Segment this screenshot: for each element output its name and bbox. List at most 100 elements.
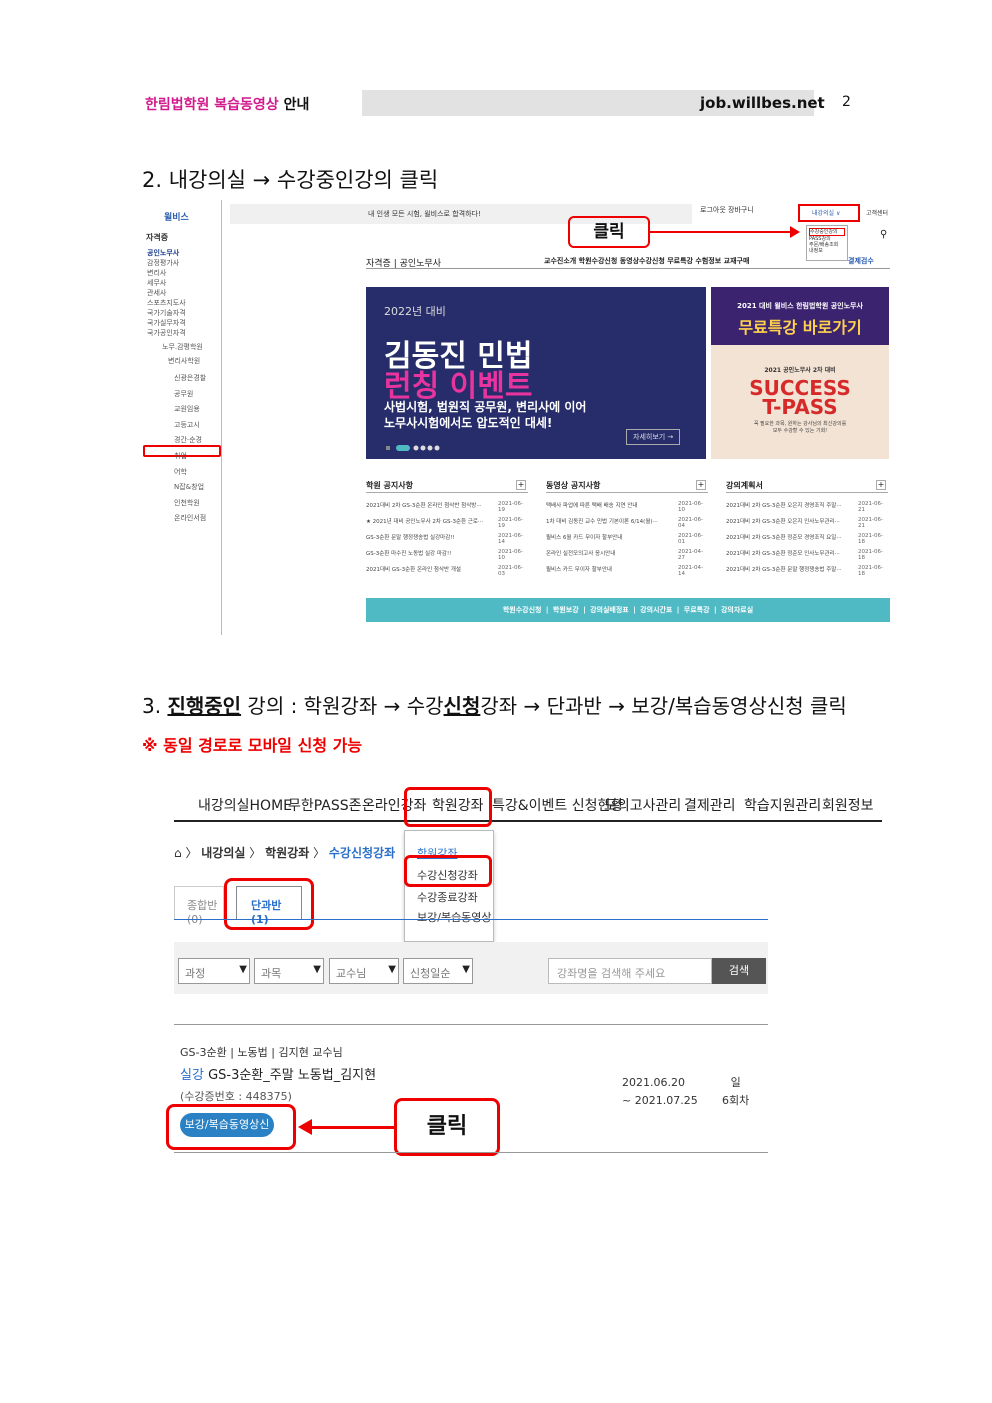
notice-row[interactable]: 2021대비 2차 GS-3순환 문말 행정쟁송법 주말··· 2021-06-1… (726, 565, 888, 577)
sidebar-item[interactable]: 관세사 (147, 288, 166, 298)
plus-icon[interactable]: + (516, 480, 526, 490)
side-banner-top: 2021 대비 윌비스 한림법학원 공인노무사 무료특강 바로가기 (711, 287, 889, 345)
sidebar-item[interactable]: 국가공인자격 (147, 328, 186, 338)
doc-brand: 한림법학원 복습동영상 안내 (145, 97, 310, 113)
sidebar-item[interactable]: 세무사 (147, 278, 166, 288)
sidebar-item[interactable]: 국가실무자격 (147, 318, 186, 328)
sidebar-section[interactable]: 공무원 (174, 389, 193, 399)
dropdown-item-current[interactable]: 수강중인강의 (809, 228, 845, 236)
search-button[interactable]: 검색 (712, 958, 766, 984)
side-banner-title: SUCCESS T-PASS (749, 376, 851, 419)
step2-heading: 2. 내강의실 → 수강중인강의 클릭 (142, 168, 439, 192)
filter-professor-select[interactable]: 교수님 ▼ (329, 958, 399, 984)
sidebar-section[interactable]: 신광은경찰 (174, 373, 206, 383)
course-meta: GS-3순환 | 노동법 | 김지현 교수님 (180, 1046, 343, 1059)
nav-item[interactable]: 학습지원관리 (744, 795, 821, 815)
sidebar-academy[interactable]: 노무.감평학원 (162, 342, 203, 352)
arrow-left (298, 1119, 394, 1135)
course-number: (수강증번호 : 448375) (180, 1090, 292, 1103)
filter-sort-select[interactable]: 신청일순 ▼ (403, 958, 473, 984)
course-dates: 2021.06.20 ~ 2021.07.25 (622, 1076, 698, 1107)
nav-item[interactable]: 무한PASS존 (288, 795, 362, 815)
notice-row[interactable]: 2021대비 2차 GS-3순환 오은지 경영조직 주말··· 2021-06-2… (726, 501, 888, 513)
notice-row[interactable]: GS-3순환 마수진 노동법 실강 마감!! 2021-06-10 (366, 549, 528, 561)
sidebar-section[interactable]: N잡&창업 (174, 482, 204, 492)
sidebar-section[interactable]: 취업 (174, 451, 187, 461)
side-banner-desc: 꼭 필요한 과목, 원하는 강사님의 최신강의를 모두 수강할 수 있는 기회! (753, 421, 847, 434)
bottom-quick-bar[interactable]: 학원수강신청 | 학원보강 | 강의실배정표 | 강의시간표 | 무료특강 | … (366, 598, 890, 622)
tab-comprehensive[interactable]: 종합반 (0) (174, 886, 224, 926)
service-link[interactable]: 고객센터 (866, 208, 888, 217)
top-links[interactable]: 로그아웃 장바구니 (700, 205, 754, 215)
home-icon[interactable]: ⌂ (174, 846, 182, 860)
dropdown-item[interactable]: 보강/복습동영상 (417, 909, 492, 925)
banner-more-button[interactable]: 자세히보기 → (626, 429, 681, 445)
notice-title[interactable]: 학원 공지사항 (366, 480, 413, 491)
notice-row[interactable]: ★ 2021년 대비 공인노무사 2차 GS-3순환 근로··· 2021-06-… (366, 517, 528, 529)
chevron-down-icon: ▼ (462, 964, 470, 975)
sidebar-section[interactable]: 교원임용 (174, 404, 200, 414)
notice-row[interactable]: 택배사 파업에 따른 택배 배송 지연 안내 2021-06-10 (546, 501, 708, 513)
nav-item[interactable]: 내강의실HOME (198, 795, 292, 815)
sidebar-item[interactable]: 변리사 (147, 268, 166, 278)
plus-icon[interactable]: + (876, 480, 886, 490)
sidebar-section[interactable]: 경간·순경 (174, 435, 202, 445)
main-banner[interactable]: 2022년 대비 김동진 민법 런칭 이벤트 사법시험, 법원직 공무원, 변리… (366, 287, 706, 459)
course-title[interactable]: 실강 GS-3순환_주말 노동법_김지현 (180, 1064, 376, 1083)
sidebar-item[interactable]: 국가기술자격 (147, 308, 186, 318)
tab-divider (174, 919, 768, 920)
highlight-box (404, 855, 492, 887)
sidebar-section[interactable]: 고등고시 (174, 420, 200, 430)
doc-brand-suffix: 안내 (283, 97, 310, 113)
highlight-box (224, 878, 314, 930)
sidebar-item[interactable]: 스포츠지도사 (147, 298, 186, 308)
sidebar-item[interactable]: 공인노무사 (147, 248, 179, 258)
sidebar-section[interactable]: 어학 (174, 467, 187, 477)
site-url: job.willbes.net (700, 94, 825, 112)
notice-row[interactable]: 2021대비 GS-3순환 온라인 첨삭반 개설 2021-06-03 (366, 565, 528, 577)
dropdown-item[interactable]: 내정보 (809, 248, 845, 254)
notice-row[interactable]: GS-3순환 문말 행정쟁송법 실강마감!! 2021-06-14 (366, 533, 528, 545)
notice-row[interactable]: 윌비스 카드 무이자 할부안내 2021-04-14 (546, 565, 708, 577)
click-callout: 클릭 (568, 216, 650, 248)
click-callout: 클릭 (394, 1098, 500, 1156)
site-menu[interactable]: 교수진소개 학원수강신청 동영상수강신청 무료특강 수험정보 교재구매 (544, 256, 749, 266)
page-number: 2 (842, 94, 851, 110)
notice-divider (726, 492, 888, 493)
willbes-logo: 윌비스 (164, 213, 189, 223)
sidebar-section[interactable]: 온라인서점 (174, 513, 206, 523)
chevron-down-icon: ▼ (239, 964, 247, 975)
side-banner[interactable]: 2021 대비 윌비스 한림법학원 공인노무사 무료특강 바로가기 2021 공… (711, 287, 889, 459)
dropdown-item[interactable]: 수강종료강좌 (417, 889, 478, 905)
notice-row[interactable]: 2021대비 2차 GS-3순환 온라인 첨삭반 첨삭방··· 2021-06-1… (366, 501, 528, 513)
sidebar-section[interactable]: 인천학원 (174, 498, 200, 508)
notice-divider (366, 492, 528, 493)
my-lecture-highlight (798, 204, 860, 222)
notice-row[interactable]: 2021대비 2차 GS-3순환 정준모 경영조직 요일··· 2021-06-1… (726, 533, 888, 545)
side-banner-caption: 2021 공인노무사 2차 대비 (764, 367, 836, 374)
notice-row[interactable]: 1차 대비 김동진 교수 민법 기본이론 6/14(월)··· 2021-06-0… (546, 517, 708, 529)
filter-course-select[interactable]: 과정 ▼ (178, 958, 250, 984)
notice-title[interactable]: 동영상 공지사항 (546, 480, 600, 491)
nav-item[interactable]: 결제관리 (684, 795, 736, 815)
sidebar-item[interactable]: 감정평가사 (147, 258, 179, 268)
carousel-dots[interactable] (386, 445, 446, 451)
nav-item[interactable]: 모의고사관리 (604, 795, 681, 815)
my-lecture-dropdown: 수강중인강의 PASS강의 주문/배송조회 내정보 (806, 225, 848, 261)
filter-subject-select[interactable]: 과목 ▼ (254, 958, 324, 984)
notice-row[interactable]: 2021대비 2차 GS-3순환 오은지 인사노무관리··· 2021-06-21 (726, 517, 888, 529)
search-input[interactable]: 강좌명을 검색해 주세요 (548, 958, 712, 984)
menu-right[interactable]: 결제검수 (848, 256, 874, 266)
nav-item[interactable]: 회원정보 (822, 795, 874, 815)
notice-title[interactable]: 강의계획서 (726, 480, 763, 491)
plus-icon[interactable]: + (696, 480, 706, 490)
sidebar-academy[interactable]: 변리사학원 (168, 356, 200, 366)
notice-row[interactable]: 윌비스 6월 카드 무이자 할부안내 2021-06-01 (546, 533, 708, 545)
filter-bar: 과정 ▼ 과목 ▼ 교수님 ▼ 신청일순 ▼ 강좌명을 검색해 주세요 검색 (174, 942, 768, 994)
highlight-box (166, 1104, 296, 1150)
notice-row[interactable]: 온라인 실전모의고사 응시안내 2021-04-27 (546, 549, 708, 561)
course-schedule: 일 6회차 (722, 1076, 750, 1107)
notice-row[interactable]: 2021대비 2차 GS-3순환 정준모 인사노무관리··· 2021-06-18 (726, 549, 888, 561)
chevron-down-icon: ▼ (388, 964, 396, 975)
search-icon[interactable]: ⚲ (880, 229, 887, 240)
